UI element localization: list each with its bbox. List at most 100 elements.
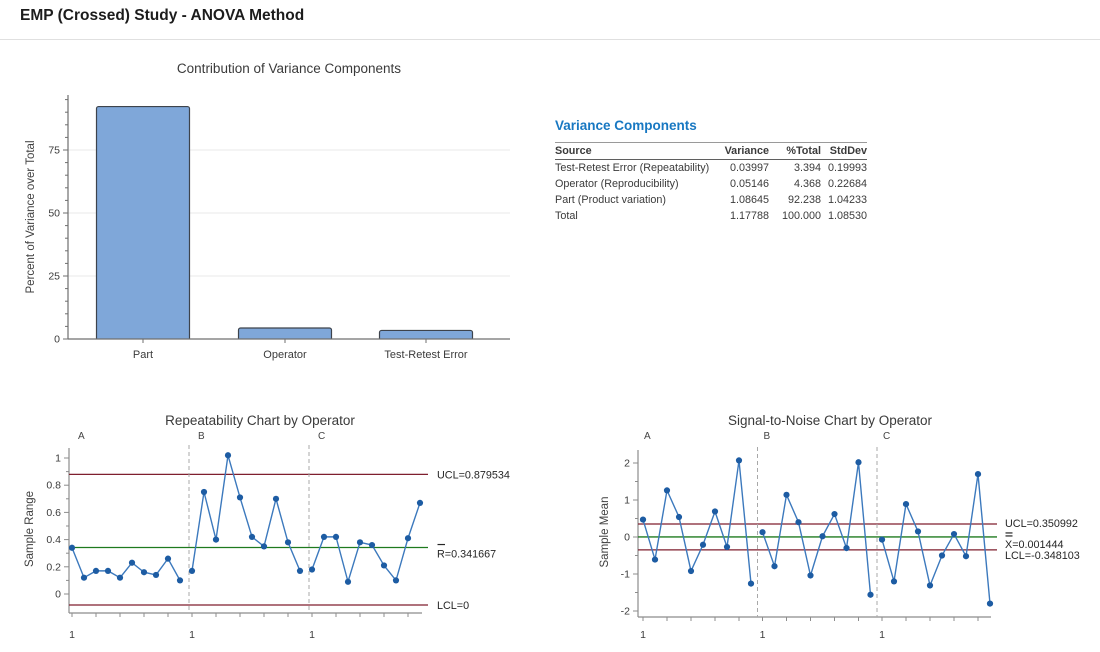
- data-point: [225, 452, 231, 458]
- y-tick-label: 50: [48, 208, 60, 220]
- data-point: [676, 514, 682, 520]
- panel-label-c: C: [883, 431, 890, 442]
- data-point: [963, 553, 969, 559]
- table-row: Operator (Reproducibility)0.051464.3680.…: [555, 176, 867, 192]
- value-cell: 100.000: [769, 208, 821, 224]
- series-line-c: [312, 503, 420, 582]
- data-point: [285, 539, 291, 545]
- data-point: [855, 459, 861, 465]
- data-point: [724, 544, 730, 550]
- data-point: [736, 457, 742, 463]
- panel-label-b: B: [764, 431, 771, 442]
- data-point: [759, 529, 765, 535]
- value-cell: 3.394: [769, 160, 821, 177]
- value-cell: 0.19993: [821, 160, 867, 177]
- source-cell: Part (Product variation): [555, 192, 711, 208]
- value-cell: 92.238: [769, 192, 821, 208]
- y-tick-label: 25: [48, 271, 60, 283]
- series-line-b: [192, 455, 300, 571]
- ucl-label: UCL=0.879534: [437, 469, 510, 481]
- column-header-source: Source: [555, 143, 711, 160]
- data-point: [903, 501, 909, 507]
- panel-label-a: A: [644, 431, 651, 442]
- data-point: [213, 537, 219, 543]
- variance-components-section: Variance Components SourceVariance%Total…: [555, 118, 873, 224]
- page-title: EMP (Crossed) Study - ANOVA Method: [20, 7, 304, 25]
- x-tick-label: 1: [760, 629, 766, 641]
- chart-title: Repeatability Chart by Operator: [165, 413, 355, 428]
- data-point: [153, 572, 159, 578]
- value-cell: 0.03997: [711, 160, 769, 177]
- data-point: [700, 542, 706, 548]
- signal-to-noise-chart-svg: Signal-to-Noise Chart by OperatorSample …: [595, 405, 1100, 652]
- column-header-variance: Variance: [711, 143, 769, 160]
- repeatability-chart-svg: Repeatability Chart by Operator Sample Ra…: [20, 405, 565, 652]
- source-cell: Test-Retest Error (Repeatability): [555, 160, 711, 177]
- chart-title: Signal-to-Noise Chart by Operator: [728, 413, 933, 428]
- table-row: Total1.17788100.0001.08530: [555, 208, 867, 224]
- panel-label-c: C: [318, 431, 325, 442]
- data-point: [987, 601, 993, 607]
- data-point: [819, 533, 825, 539]
- panel-label-a: A: [78, 431, 85, 442]
- x-tick-label: 1: [69, 629, 75, 641]
- data-point: [795, 519, 801, 525]
- table-header-row: SourceVariance%TotalStdDev: [555, 143, 867, 160]
- data-point: [843, 545, 849, 551]
- panel-label-b: B: [198, 431, 205, 442]
- header-divider: [0, 39, 1100, 40]
- data-point: [357, 539, 363, 545]
- data-point: [105, 568, 111, 574]
- data-point: [261, 543, 267, 549]
- data-point: [81, 575, 87, 581]
- y-axis-label: Percent of Variance over Total: [25, 141, 37, 294]
- contribution-bar-chart: Contribution of Variance ComponentsPerce…: [20, 46, 555, 381]
- y-axis-label: Sample Range: [24, 491, 36, 567]
- data-point: [201, 489, 207, 495]
- y-tick-label: 0: [54, 334, 60, 346]
- data-point: [405, 535, 411, 541]
- data-point: [712, 508, 718, 514]
- data-point: [393, 577, 399, 583]
- series-line-a: [643, 460, 751, 583]
- variance-components-table: SourceVariance%TotalStdDev Test-Retest E…: [555, 142, 867, 224]
- data-point: [381, 562, 387, 568]
- data-point: [165, 556, 171, 562]
- data-point: [771, 563, 777, 569]
- y-tick-label: 1: [55, 453, 61, 465]
- lcl-label: LCL=0: [437, 600, 469, 612]
- y-tick-label: 0.8: [46, 480, 61, 492]
- data-point: [345, 579, 351, 585]
- value-cell: 0.05146: [711, 176, 769, 192]
- data-point: [664, 487, 670, 493]
- data-point: [652, 556, 658, 562]
- data-point: [688, 568, 694, 574]
- category-label-test-retest-error: Test-Retest Error: [384, 349, 467, 361]
- data-point: [141, 569, 147, 575]
- data-point: [177, 577, 183, 583]
- variance-components-heading: Variance Components: [555, 118, 873, 133]
- bar-part: [97, 107, 190, 343]
- signal-to-noise-chart: Signal-to-Noise Chart by OperatorSample …: [595, 405, 1100, 652]
- data-point: [951, 531, 957, 537]
- category-label-operator: Operator: [263, 349, 307, 361]
- data-point: [129, 560, 135, 566]
- series-line-b: [763, 462, 871, 594]
- data-point: [783, 492, 789, 498]
- y-tick-label: 0: [624, 532, 630, 544]
- data-point: [891, 578, 897, 584]
- data-point: [189, 568, 195, 574]
- column-header-stddev: StdDev: [821, 143, 867, 160]
- value-cell: 1.17788: [711, 208, 769, 224]
- data-point: [831, 511, 837, 517]
- data-point: [807, 572, 813, 578]
- repeatability-chart: Repeatability Chart by Operator Sample Ra…: [20, 405, 565, 652]
- data-point: [417, 500, 423, 506]
- value-cell: 0.22684: [821, 176, 867, 192]
- x-tick-label: 1: [309, 629, 315, 641]
- data-point: [237, 494, 243, 500]
- x-tick-label: 1: [640, 629, 646, 641]
- data-point: [273, 496, 279, 502]
- source-cell: Operator (Reproducibility): [555, 176, 711, 192]
- center-label: R=0.341667: [437, 549, 496, 561]
